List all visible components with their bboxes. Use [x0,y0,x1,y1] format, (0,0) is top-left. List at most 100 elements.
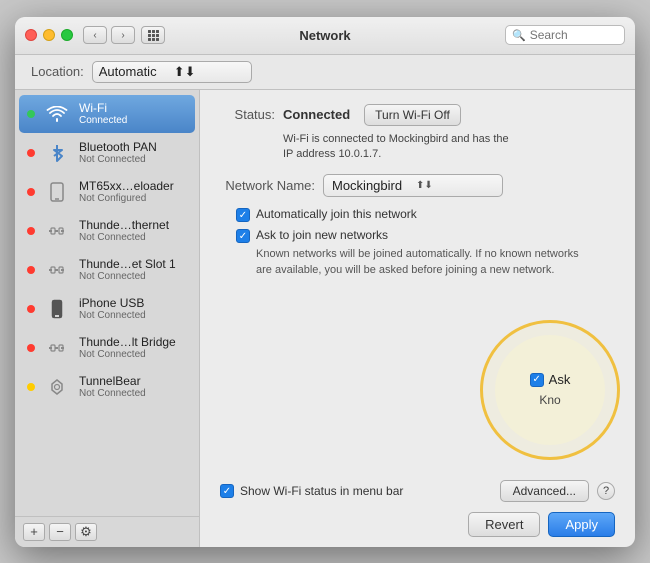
sidebar-item-name-iphoneusb: iPhone USB [79,296,187,310]
thunderslot-icon [43,256,71,284]
sidebar-item-thundernet[interactable]: Thunde…thernet Not Connected [19,212,195,250]
window-title: Network [299,28,350,43]
sidebar-item-iphoneusb[interactable]: iPhone USB Not Connected [19,290,195,328]
sidebar-item-name-thunderbridge: Thunde…lt Bridge [79,335,187,349]
show-wifi-checkbox[interactable]: ✓ [220,484,234,498]
phone-icon [43,178,71,206]
add-network-button[interactable]: + [23,523,45,541]
sidebar: Wi-Fi Connected Bluetooth PAN Not Connec [15,90,200,547]
checkboxes-area: ✓ Automatically join this network ✓ Ask … [236,207,615,278]
location-select[interactable]: Automatic ⬆⬇ [92,61,252,83]
wifi-icon [43,100,71,128]
ethernet-icon [43,217,71,245]
bluetooth-icon [43,139,71,167]
sidebar-item-wifi[interactable]: Wi-Fi Connected [19,95,195,133]
spotlight-checkbox-row: ✓ Ask [530,372,571,387]
network-name-chevron: ⬆⬇ [416,180,494,191]
minimize-button[interactable] [43,29,55,41]
sidebar-item-status-iphoneusb: Not Connected [79,310,187,321]
chevron-icon: ⬆⬇ [174,64,245,80]
ask-join-description: Known networks will be joined automatica… [256,247,596,278]
turn-wifi-off-button[interactable]: Turn Wi-Fi Off [364,104,461,126]
status-row: Status: Connected Turn Wi-Fi Off [220,104,615,126]
gear-button[interactable]: ⚙ [75,523,97,541]
maximize-button[interactable] [61,29,73,41]
sidebar-item-bluetooth[interactable]: Bluetooth PAN Not Connected [19,134,195,172]
status-label: Status: [220,107,275,122]
auto-join-row: ✓ Automatically join this network [236,207,615,222]
status-dot-iphoneusb [27,305,35,313]
sidebar-item-mt65[interactable]: MT65xx…eloader Not Configured [19,173,195,211]
status-value: Connected [283,107,350,122]
forward-button[interactable]: › [111,26,135,44]
spotlight-checkbox: ✓ [530,373,544,387]
sidebar-item-info-tunnelbear: TunnelBear Not Connected [79,374,187,399]
sidebar-item-info-iphoneusb: iPhone USB Not Connected [79,296,187,321]
advanced-button[interactable]: Advanced... [500,480,589,502]
sidebar-list: Wi-Fi Connected Bluetooth PAN Not Connec [15,94,199,516]
sidebar-item-name-tunnelbear: TunnelBear [79,374,187,388]
status-dot-thundernet [27,227,35,235]
sidebar-item-thunderbridge[interactable]: Thunde…lt Bridge Not Connected [19,329,195,367]
show-wifi-row: ✓ Show Wi-Fi status in menu bar [220,483,403,498]
sidebar-item-tunnelbear[interactable]: TunnelBear Not Connected [19,368,195,406]
sidebar-item-name-thunderslot: Thunde…et Slot 1 [79,257,187,271]
network-name-value: Mockingbird [332,178,410,193]
sidebar-item-name-thundernet: Thunde…thernet [79,218,187,232]
ask-join-label: Ask to join new networks [256,228,388,242]
checkmark-icon-3: ✓ [223,486,231,497]
action-buttons: Revert Apply [220,512,615,537]
location-bar: Location: Automatic ⬆⬇ [15,55,635,90]
iphone-icon [43,295,71,323]
sidebar-item-info-thunderslot: Thunde…et Slot 1 Not Connected [79,257,187,282]
vpn-icon [43,373,71,401]
network-name-row: Network Name: Mockingbird ⬆⬇ [220,174,615,197]
apply-button[interactable]: Apply [548,512,615,537]
spotlight-sub-label: Kno [539,393,560,407]
auto-join-checkbox[interactable]: ✓ [236,208,250,222]
checkmark-icon-2: ✓ [239,231,247,242]
network-name-label: Network Name: [220,178,315,193]
sidebar-item-status-thunderbridge: Not Connected [79,349,187,360]
grid-button[interactable] [141,26,165,44]
status-description: Wi-Fi is connected to Mockingbird and ha… [283,132,615,163]
spotlight-overlay: ✓ Ask Kno [480,320,620,460]
thunderbridge-icon [43,334,71,362]
spotlight-ask-label: Ask [549,372,571,387]
sidebar-item-status-thunderslot: Not Connected [79,271,187,282]
checkmark-icon: ✓ [239,210,247,221]
help-button[interactable]: ? [597,482,615,500]
status-dot-thunderbridge [27,344,35,352]
location-label: Location: [31,64,84,79]
panel-bottom: ✓ Show Wi-Fi status in menu bar Advanced… [220,480,615,502]
status-dot-wifi [27,110,35,118]
traffic-lights [25,29,73,41]
sidebar-toolbar: + − ⚙ [15,516,199,547]
remove-network-button[interactable]: − [49,523,71,541]
status-dot-mt65 [27,188,35,196]
status-dot-thunderslot [27,266,35,274]
spotlight-inner: ✓ Ask Kno [495,335,605,445]
sidebar-item-info-mt65: MT65xx…eloader Not Configured [79,179,187,204]
back-button[interactable]: ‹ [83,26,107,44]
sidebar-item-status-bluetooth: Not Connected [79,154,187,165]
search-input[interactable] [530,28,620,42]
panel: Status: Connected Turn Wi-Fi Off Wi-Fi i… [200,90,635,547]
sidebar-item-status-thundernet: Not Connected [79,232,187,243]
grid-icon [148,30,159,41]
search-box[interactable]: 🔍 [505,25,625,45]
sidebar-item-status-mt65: Not Configured [79,193,187,204]
sidebar-item-thunderslot[interactable]: Thunde…et Slot 1 Not Connected [19,251,195,289]
show-wifi-label: Show Wi-Fi status in menu bar [240,484,403,498]
sidebar-item-name-wifi: Wi-Fi [79,101,187,115]
close-button[interactable] [25,29,37,41]
status-dot-bluetooth [27,149,35,157]
network-name-select[interactable]: Mockingbird ⬆⬇ [323,174,503,197]
revert-button[interactable]: Revert [468,512,540,537]
ask-join-row: ✓ Ask to join new networks [236,228,615,243]
search-icon: 🔍 [512,29,526,42]
sidebar-item-info-wifi: Wi-Fi Connected [79,101,187,126]
ask-join-checkbox[interactable]: ✓ [236,229,250,243]
sidebar-item-info-bluetooth: Bluetooth PAN Not Connected [79,140,187,165]
auto-join-label: Automatically join this network [256,207,417,221]
